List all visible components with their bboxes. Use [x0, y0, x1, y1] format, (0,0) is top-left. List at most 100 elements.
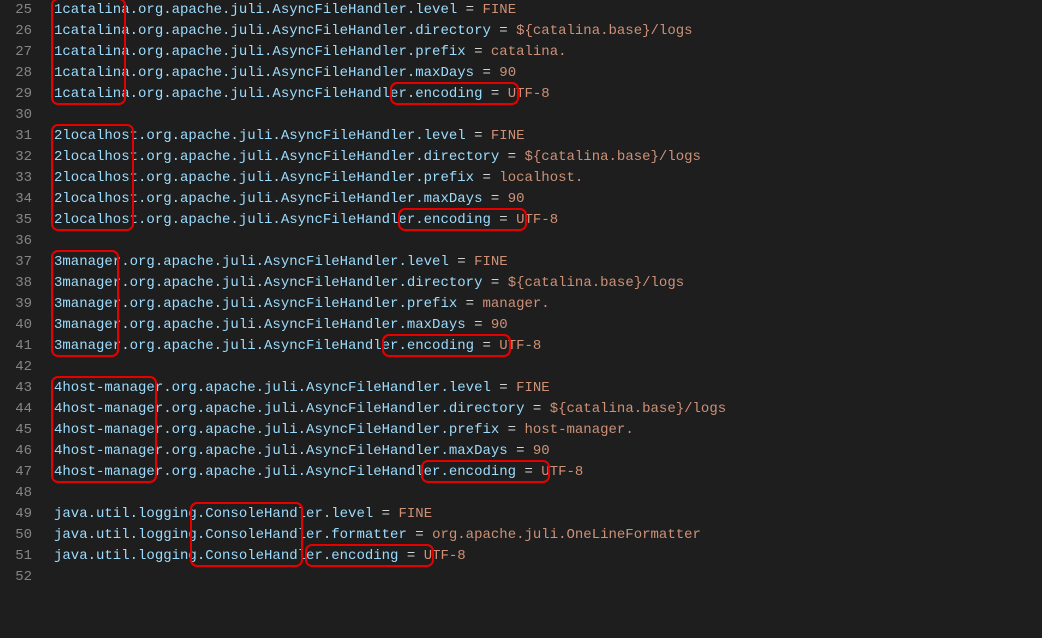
config-key: 1catalina.org.apache.juli.AsyncFileHandl… — [54, 44, 466, 60]
code-line[interactable]: 2localhost.org.apache.juli.AsyncFileHand… — [54, 210, 726, 231]
equals-op: = — [482, 275, 507, 291]
config-key: 4host-manager.org.apache.juli.AsyncFileH… — [54, 401, 524, 417]
code-line[interactable]: 4host-manager.org.apache.juli.AsyncFileH… — [54, 462, 726, 483]
equals-op: = — [524, 401, 549, 417]
config-value: ${catalina.base}/logs — [525, 149, 701, 165]
line-number: 43 — [0, 378, 32, 399]
equals-op: = — [407, 527, 432, 543]
config-key: 2localhost.org.apache.juli.AsyncFileHand… — [54, 191, 482, 207]
equals-op: = — [499, 149, 524, 165]
equals-op: = — [482, 86, 507, 102]
line-number: 28 — [0, 63, 32, 84]
line-number: 27 — [0, 42, 32, 63]
editor-content[interactable]: 1catalina.org.apache.juli.AsyncFileHandl… — [54, 0, 726, 588]
equals-op: = — [457, 2, 482, 18]
line-number: 51 — [0, 546, 32, 567]
code-line[interactable]: 1catalina.org.apache.juli.AsyncFileHandl… — [54, 0, 726, 21]
code-line[interactable]: 1catalina.org.apache.juli.AsyncFileHandl… — [54, 63, 726, 84]
config-value: UTF-8 — [508, 86, 550, 102]
code-line[interactable]: 1catalina.org.apache.juli.AsyncFileHandl… — [54, 21, 726, 42]
equals-op: = — [466, 44, 491, 60]
config-key: 4host-manager.org.apache.juli.AsyncFileH… — [54, 422, 499, 438]
config-value: localhost. — [499, 170, 583, 186]
code-line[interactable]: 3manager.org.apache.juli.AsyncFileHandle… — [54, 294, 726, 315]
code-line[interactable]: 3manager.org.apache.juli.AsyncFileHandle… — [54, 315, 726, 336]
line-number: 33 — [0, 168, 32, 189]
code-line[interactable]: java.util.logging.ConsoleHandler.encodin… — [54, 546, 726, 567]
line-number: 26 — [0, 21, 32, 42]
config-key: 3manager.org.apache.juli.AsyncFileHandle… — [54, 338, 474, 354]
config-key: 1catalina.org.apache.juli.AsyncFileHandl… — [54, 2, 457, 18]
config-key: 4host-manager.org.apache.juli.AsyncFileH… — [54, 464, 516, 480]
code-line[interactable]: 1catalina.org.apache.juli.AsyncFileHandl… — [54, 42, 726, 63]
line-number: 30 — [0, 105, 32, 126]
config-value: UTF-8 — [516, 212, 558, 228]
code-line[interactable]: 4host-manager.org.apache.juli.AsyncFileH… — [54, 378, 726, 399]
equals-op: = — [474, 65, 499, 81]
code-line[interactable]: 2localhost.org.apache.juli.AsyncFileHand… — [54, 126, 726, 147]
code-line[interactable]: java.util.logging.ConsoleHandler.formatt… — [54, 525, 726, 546]
config-key: java.util.logging.ConsoleHandler.level — [54, 506, 373, 522]
code-line[interactable] — [54, 357, 726, 378]
equals-op: = — [449, 254, 474, 270]
line-number: 37 — [0, 252, 32, 273]
config-key: 3manager.org.apache.juli.AsyncFileHandle… — [54, 317, 466, 333]
code-line[interactable]: 2localhost.org.apache.juli.AsyncFileHand… — [54, 189, 726, 210]
config-value: FINE — [491, 128, 525, 144]
equals-op: = — [516, 464, 541, 480]
line-number: 40 — [0, 315, 32, 336]
config-value: FINE — [398, 506, 432, 522]
equals-op: = — [373, 506, 398, 522]
config-key: 1catalina.org.apache.juli.AsyncFileHandl… — [54, 86, 482, 102]
config-key: java.util.logging.ConsoleHandler.encodin… — [54, 548, 398, 564]
code-line[interactable] — [54, 567, 726, 588]
config-key: 1catalina.org.apache.juli.AsyncFileHandl… — [54, 23, 491, 39]
equals-op: = — [491, 380, 516, 396]
line-number: 36 — [0, 231, 32, 252]
line-number: 32 — [0, 147, 32, 168]
code-line[interactable]: 3manager.org.apache.juli.AsyncFileHandle… — [54, 252, 726, 273]
config-key: 2localhost.org.apache.juli.AsyncFileHand… — [54, 212, 491, 228]
line-number: 50 — [0, 525, 32, 546]
equals-op: = — [474, 170, 499, 186]
config-key: 3manager.org.apache.juli.AsyncFileHandle… — [54, 254, 449, 270]
code-line[interactable] — [54, 483, 726, 504]
equals-op: = — [508, 443, 533, 459]
config-key: 4host-manager.org.apache.juli.AsyncFileH… — [54, 380, 491, 396]
code-line[interactable]: 4host-manager.org.apache.juli.AsyncFileH… — [54, 441, 726, 462]
line-number: 52 — [0, 567, 32, 588]
config-value: 90 — [508, 191, 525, 207]
code-line[interactable]: 3manager.org.apache.juli.AsyncFileHandle… — [54, 273, 726, 294]
code-line[interactable]: 4host-manager.org.apache.juli.AsyncFileH… — [54, 420, 726, 441]
config-key: 4host-manager.org.apache.juli.AsyncFileH… — [54, 443, 508, 459]
line-number: 41 — [0, 336, 32, 357]
config-key: 3manager.org.apache.juli.AsyncFileHandle… — [54, 296, 457, 312]
config-key: 2localhost.org.apache.juli.AsyncFileHand… — [54, 149, 499, 165]
config-value: UTF-8 — [424, 548, 466, 564]
code-line[interactable] — [54, 105, 726, 126]
code-line[interactable]: 2localhost.org.apache.juli.AsyncFileHand… — [54, 168, 726, 189]
equals-op: = — [474, 338, 499, 354]
config-value: ${catalina.base}/logs — [550, 401, 726, 417]
config-value: FINE — [516, 380, 550, 396]
line-number: 49 — [0, 504, 32, 525]
line-number: 44 — [0, 399, 32, 420]
config-value: UTF-8 — [541, 464, 583, 480]
line-number: 45 — [0, 420, 32, 441]
line-number-gutter: 2526272829303132333435363738394041424344… — [0, 0, 42, 588]
code-line[interactable]: 1catalina.org.apache.juli.AsyncFileHandl… — [54, 84, 726, 105]
code-line[interactable]: 3manager.org.apache.juli.AsyncFileHandle… — [54, 336, 726, 357]
config-key: 2localhost.org.apache.juli.AsyncFileHand… — [54, 170, 474, 186]
code-line[interactable]: java.util.logging.ConsoleHandler.level =… — [54, 504, 726, 525]
config-value: UTF-8 — [499, 338, 541, 354]
code-line[interactable]: 4host-manager.org.apache.juli.AsyncFileH… — [54, 399, 726, 420]
line-number: 35 — [0, 210, 32, 231]
equals-op: = — [466, 128, 491, 144]
config-value: 90 — [491, 317, 508, 333]
equals-op: = — [491, 23, 516, 39]
line-number: 42 — [0, 357, 32, 378]
line-number: 34 — [0, 189, 32, 210]
code-line[interactable] — [54, 231, 726, 252]
code-line[interactable]: 2localhost.org.apache.juli.AsyncFileHand… — [54, 147, 726, 168]
config-value: host-manager. — [525, 422, 634, 438]
